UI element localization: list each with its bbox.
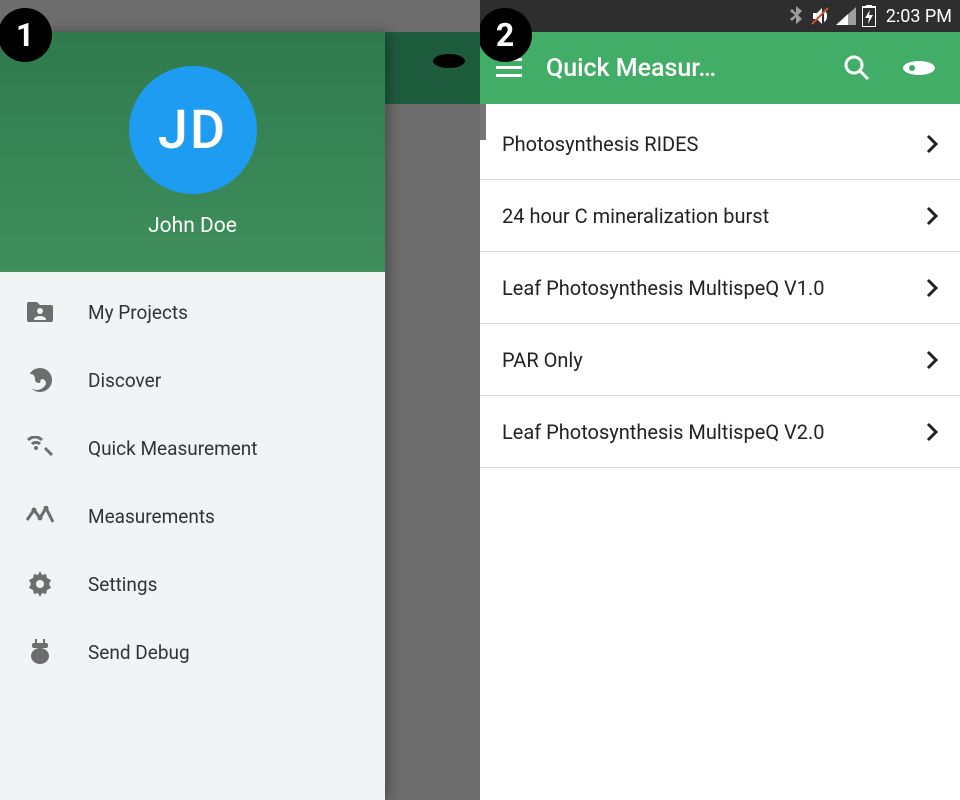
list-item[interactable]: Photosynthesis RIDES <box>480 108 960 180</box>
list-item-label: 24 hour C mineralization burst <box>502 204 769 228</box>
nav-label: My Projects <box>88 301 188 324</box>
nav-measurements[interactable]: Measurements <box>0 482 385 550</box>
nav-list: My Projects Discover Quick Measurement M… <box>0 272 385 686</box>
device-icon[interactable] <box>894 49 944 87</box>
globe-icon <box>26 366 54 394</box>
list-item[interactable]: PAR Only <box>480 324 960 396</box>
list-item-label: Leaf Photosynthesis MultispeQ V1.0 <box>502 276 825 300</box>
toolbar: Quick Measur… <box>480 32 960 104</box>
list-item[interactable]: Leaf Photosynthesis MultispeQ V1.0 <box>480 252 960 324</box>
step-badge-1: 1 <box>0 8 52 62</box>
device-icon <box>432 50 466 72</box>
chevron-right-icon <box>926 206 938 226</box>
nav-drawer: JD John Doe My Projects Discover Quick M… <box>0 32 385 800</box>
gear-icon <box>26 570 54 598</box>
measurements-list: Photosynthesis RIDES 24 hour C mineraliz… <box>480 108 960 800</box>
chevron-right-icon <box>926 134 938 154</box>
bluetooth-icon <box>788 6 804 26</box>
list-item-label: Leaf Photosynthesis MultispeQ V2.0 <box>502 420 825 444</box>
nav-settings[interactable]: Settings <box>0 550 385 618</box>
status-bar: 2:03 PM <box>480 0 960 32</box>
chevron-right-icon <box>926 422 938 442</box>
nav-my-projects[interactable]: My Projects <box>0 278 385 346</box>
nav-discover[interactable]: Discover <box>0 346 385 414</box>
step-badge-2: 2 <box>480 8 532 62</box>
antenna-icon <box>26 434 54 462</box>
timeline-icon <box>26 502 54 530</box>
drawer-header: JD John Doe <box>0 32 385 272</box>
user-name: John Doe <box>148 214 237 238</box>
list-item[interactable]: 24 hour C mineralization burst <box>480 180 960 252</box>
chevron-right-icon <box>926 278 938 298</box>
list-item-label: Photosynthesis RIDES <box>502 132 698 156</box>
battery-icon <box>862 5 876 27</box>
signal-icon <box>836 7 856 25</box>
bug-icon <box>26 638 54 666</box>
nav-label: Measurements <box>88 505 215 528</box>
status-time: 2:03 PM <box>886 6 952 27</box>
mute-icon <box>810 6 830 26</box>
toolbar-title: Quick Measur… <box>546 54 820 83</box>
nav-label: Send Debug <box>88 641 190 664</box>
list-item[interactable]: Leaf Photosynthesis MultispeQ V2.0 <box>480 396 960 468</box>
nav-label: Discover <box>88 369 161 392</box>
folder-person-icon <box>26 298 54 326</box>
nav-label: Quick Measurement <box>88 437 258 460</box>
nav-quick-measurement[interactable]: Quick Measurement <box>0 414 385 482</box>
scroll-indicator <box>480 104 960 108</box>
nav-send-debug[interactable]: Send Debug <box>0 618 385 686</box>
nav-label: Settings <box>88 573 157 596</box>
avatar[interactable]: JD <box>129 66 257 194</box>
search-icon[interactable] <box>836 47 878 89</box>
list-item-label: PAR Only <box>502 348 583 372</box>
chevron-right-icon <box>926 350 938 370</box>
